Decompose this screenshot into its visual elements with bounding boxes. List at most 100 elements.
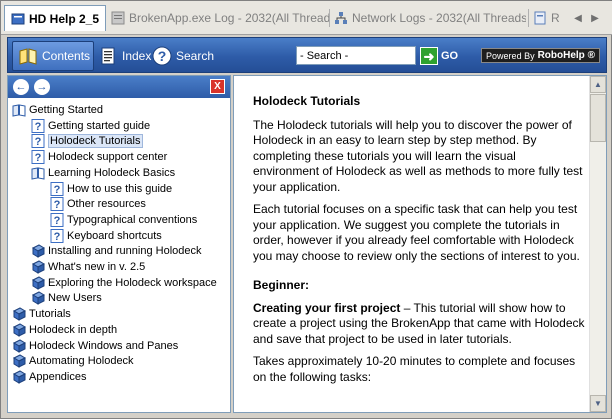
back-arrow-icon: ← bbox=[15, 81, 27, 93]
topic-paragraph: The Holodeck tutorials will help you to … bbox=[253, 117, 583, 194]
svg-text:?: ? bbox=[54, 184, 61, 196]
toc-item-label: Exploring the Holodeck workspace bbox=[48, 276, 217, 289]
toc-item-label: Holodeck Windows and Panes bbox=[29, 339, 179, 352]
help-topic-icon: ? bbox=[50, 197, 64, 212]
svg-text:?: ? bbox=[35, 136, 42, 148]
closed-book-icon bbox=[12, 307, 26, 321]
log-icon bbox=[111, 11, 125, 25]
search-button[interactable]: ? Search bbox=[152, 44, 214, 68]
closed-book-icon bbox=[12, 338, 26, 353]
svg-text:?: ? bbox=[35, 121, 42, 133]
go-button[interactable]: ➜ GO bbox=[420, 46, 458, 66]
toc-item[interactable]: ? Holodeck Tutorials bbox=[31, 133, 143, 149]
tab-separator bbox=[528, 9, 529, 27]
toc-item[interactable]: Exploring the Holodeck workspace bbox=[31, 275, 217, 291]
tab-separator bbox=[329, 9, 330, 27]
tab-scroll-right-button[interactable]: ▶ bbox=[588, 10, 602, 26]
forward-button[interactable]: → bbox=[34, 79, 50, 95]
toc-item[interactable]: ? Other resources bbox=[50, 196, 146, 212]
closed-book-icon bbox=[31, 291, 45, 306]
closed-book-icon bbox=[12, 323, 26, 337]
toc-item-label: Holodeck support center bbox=[48, 151, 168, 164]
tab-network-logs[interactable]: Network Logs - 2032(All Threads) bbox=[334, 6, 526, 30]
toc-item-label: What's new in v. 2.5 bbox=[48, 261, 146, 273]
vertical-scrollbar[interactable]: ▲ ▼ bbox=[589, 76, 606, 412]
toc-item-label: Holodeck Tutorials bbox=[48, 134, 143, 149]
toc-item-label: Holodeck in depth bbox=[29, 323, 118, 336]
index-icon bbox=[101, 47, 115, 65]
help-window: HD Help 2_5 BrokenApp.exe Log - 2032(All… bbox=[0, 0, 612, 419]
tab-label: R bbox=[551, 11, 560, 25]
svg-text:?: ? bbox=[158, 48, 167, 64]
toc-item-label: New Users bbox=[48, 292, 102, 305]
powered-by-robohelp-badge[interactable]: Powered By RoboHelp ® bbox=[481, 48, 600, 63]
close-pane-button[interactable]: X bbox=[210, 79, 225, 94]
back-button[interactable]: ← bbox=[13, 79, 29, 95]
tab-report[interactable]: R bbox=[533, 6, 567, 30]
svg-text:?: ? bbox=[54, 231, 61, 243]
topic-title: Holodeck Tutorials bbox=[253, 94, 361, 108]
toc-item-label: Automating Holodeck bbox=[29, 355, 134, 368]
go-label: GO bbox=[441, 50, 459, 62]
toc-item[interactable]: ? Holodeck support center bbox=[31, 149, 167, 165]
document-tab-strip: HD Help 2_5 BrokenApp.exe Log - 2032(All… bbox=[1, 1, 612, 35]
toc-item-label: Keyboard shortcuts bbox=[67, 229, 162, 242]
go-arrow-icon: ➜ bbox=[420, 47, 438, 65]
search-input[interactable] bbox=[296, 46, 416, 65]
toc-item[interactable]: ? Getting started guide bbox=[31, 118, 150, 134]
toc-item[interactable]: Holodeck in depth bbox=[12, 322, 117, 338]
tab-scroll-left-button[interactable]: ◀ bbox=[571, 10, 585, 26]
contents-pane-header: ← → X bbox=[8, 76, 230, 98]
index-button[interactable]: Index bbox=[98, 44, 151, 68]
toc-item[interactable]: Holodeck Windows and Panes bbox=[12, 338, 178, 354]
closed-book-icon bbox=[31, 276, 45, 290]
toc-item-label: Appendices bbox=[29, 370, 87, 383]
svg-text:?: ? bbox=[35, 152, 42, 164]
topic-content: Holodeck Tutorials The Holodeck tutorial… bbox=[253, 94, 585, 392]
toc-item-label: Typographical conventions bbox=[67, 213, 198, 226]
toc-item[interactable]: Automating Holodeck bbox=[12, 353, 134, 369]
network-icon bbox=[335, 12, 347, 24]
toc-item-label: Getting Started bbox=[29, 104, 103, 116]
toc-item-label: How to use this guide bbox=[67, 182, 173, 195]
svg-text:?: ? bbox=[54, 215, 61, 227]
toc-item[interactable]: ? Keyboard shortcuts bbox=[50, 228, 162, 244]
toc-item[interactable]: What's new in v. 2.5 bbox=[31, 259, 145, 275]
toc-item[interactable]: New Users bbox=[31, 290, 102, 306]
open-book-icon bbox=[31, 167, 45, 180]
help-toolbar: Contents Index ? Search ➜ GO Powered By … bbox=[7, 37, 607, 73]
contents-button[interactable]: Contents bbox=[18, 44, 90, 68]
toc-item[interactable]: ? Typographical conventions bbox=[50, 212, 197, 228]
tab-label: BrokenApp.exe Log - 2032(All Threads) bbox=[129, 11, 329, 25]
toc-item[interactable]: Tutorials bbox=[12, 306, 71, 322]
toc-item[interactable]: Appendices bbox=[12, 369, 87, 385]
toc-item-label: Other resources bbox=[67, 198, 146, 211]
robohelp-label: RoboHelp ® bbox=[537, 50, 595, 61]
scroll-down-button[interactable]: ▼ bbox=[590, 395, 606, 412]
closed-book-icon bbox=[31, 260, 45, 274]
topic-paragraph: Creating your first project – This tutor… bbox=[253, 301, 585, 348]
help-topic-icon: ? bbox=[31, 118, 45, 133]
tab-hd-help[interactable]: HD Help 2_5 bbox=[4, 5, 107, 31]
closed-book-icon bbox=[12, 354, 26, 369]
contents-book-icon bbox=[19, 48, 37, 65]
toc-item[interactable]: Getting Started bbox=[12, 102, 103, 118]
help-topic-icon: ? bbox=[50, 228, 64, 243]
topic-paragraph: Takes approximately 10-20 minutes to com… bbox=[253, 354, 576, 384]
help-topic-icon: ? bbox=[50, 181, 64, 196]
toc-item-label: Learning Holodeck Basics bbox=[48, 166, 176, 179]
contents-pane: ← → X Getting Started? Getting started gu… bbox=[7, 75, 231, 413]
toc-item[interactable]: ? How to use this guide bbox=[50, 181, 172, 197]
help-topic-icon: ? bbox=[50, 212, 64, 227]
toc-item-label: Getting started guide bbox=[48, 119, 151, 132]
closed-book-icon bbox=[12, 370, 26, 384]
svg-text:?: ? bbox=[54, 199, 61, 211]
help-search-icon: ? bbox=[152, 46, 172, 66]
scroll-thumb[interactable] bbox=[590, 94, 606, 142]
contents-label: Contents bbox=[42, 49, 91, 63]
toc-item[interactable]: Learning Holodeck Basics bbox=[31, 165, 175, 181]
tab-brokenapp-log[interactable]: BrokenApp.exe Log - 2032(All Threads) bbox=[111, 6, 329, 30]
scroll-up-button[interactable]: ▲ bbox=[590, 76, 606, 93]
help-topic-icon: ? bbox=[31, 150, 45, 165]
toc-item[interactable]: Installing and running Holodeck bbox=[31, 243, 202, 259]
